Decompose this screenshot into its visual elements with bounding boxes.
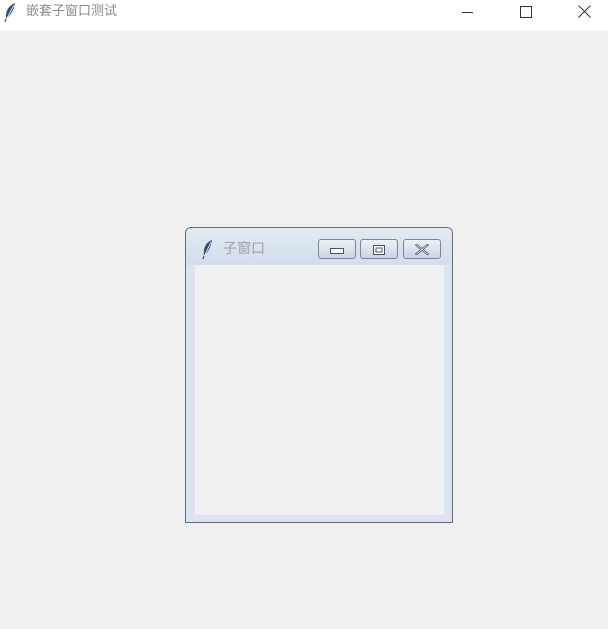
minimize-button[interactable] [439, 0, 497, 25]
child-window[interactable]: 子窗口 [185, 227, 453, 523]
restore-icon [373, 240, 385, 259]
feather-icon [201, 239, 214, 260]
child-close-button[interactable] [403, 239, 441, 259]
close-icon [577, 3, 591, 22]
child-titlebar[interactable]: 子窗口 [186, 228, 452, 265]
maximize-button[interactable] [497, 0, 555, 25]
feather-icon [3, 2, 17, 23]
minimize-icon [330, 240, 344, 259]
close-icon [415, 240, 429, 259]
maximize-icon [520, 3, 532, 22]
window-title: 嵌套子窗口测试 [26, 4, 118, 19]
child-client-area [195, 265, 444, 515]
child-restore-button[interactable] [360, 239, 398, 259]
minimize-icon [462, 3, 474, 22]
close-button[interactable] [555, 0, 608, 25]
main-titlebar[interactable]: 嵌套子窗口测试 [0, 0, 608, 31]
child-window-title: 子窗口 [223, 241, 265, 257]
child-minimize-button[interactable] [318, 239, 356, 259]
